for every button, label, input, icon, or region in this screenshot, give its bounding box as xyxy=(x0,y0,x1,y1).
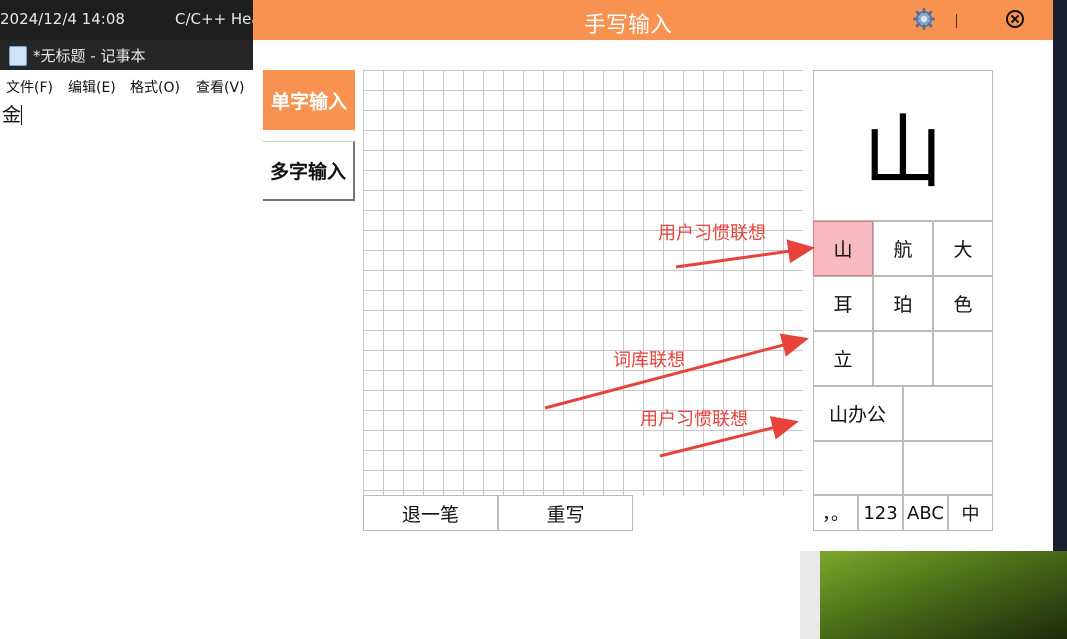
notepad-content: 金 xyxy=(2,104,22,126)
candidate-cell[interactable]: 耳 xyxy=(813,276,873,331)
taskbar-strip: 2024/12/4 14:08 C/C++ Hea xyxy=(0,0,261,40)
letter-key[interactable]: ABC xyxy=(903,495,948,531)
multi-char-mode-button[interactable]: 多字输入 xyxy=(263,141,355,201)
single-char-mode-button[interactable]: 单字输入 xyxy=(263,70,355,130)
notepad-title: *无标题 - 记事本 xyxy=(33,47,146,65)
annotation-user-habit-2: 用户习惯联想 xyxy=(640,409,748,430)
candidate-cell[interactable] xyxy=(933,331,993,386)
notepad-icon xyxy=(9,46,27,66)
candidate-cell[interactable]: 色 xyxy=(933,276,993,331)
ime-titlebar: 手写输入 xyxy=(253,0,1053,40)
gear-icon[interactable] xyxy=(913,8,935,30)
rewrite-button[interactable]: 重写 xyxy=(498,495,633,531)
ime-title: 手写输入 xyxy=(583,13,672,38)
candidate-cell[interactable]: 立 xyxy=(813,331,873,386)
notepad-titlebar: *无标题 - 记事本 xyxy=(0,40,253,70)
candidate-cell[interactable] xyxy=(873,331,933,386)
phrase-cell[interactable] xyxy=(903,386,993,441)
candidate-cell[interactable]: 珀 xyxy=(873,276,933,331)
candidate-cell[interactable]: 山 xyxy=(813,221,873,276)
punctuation-key[interactable]: ，。 xyxy=(813,495,858,531)
wallpaper-image xyxy=(820,551,1067,639)
recognized-char-preview: 山 xyxy=(813,70,993,221)
datetime-text: 2024/12/4 14:08 xyxy=(0,10,125,28)
phrase-cell[interactable] xyxy=(903,441,993,495)
menu-edit[interactable]: 编辑(E) xyxy=(68,77,116,97)
chinese-key[interactable]: 中 xyxy=(948,495,993,531)
editor-tab[interactable]: C/C++ Hea xyxy=(175,10,261,28)
annotation-lexicon: 词库联想 xyxy=(613,350,685,371)
close-icon[interactable] xyxy=(1005,9,1025,29)
menu-format[interactable]: 格式(O) xyxy=(130,77,180,97)
candidate-cell[interactable]: 大 xyxy=(933,221,993,276)
handwriting-input-window: 手写输入 单字输入 多字输入 退一笔 重写 山 山 航 大 耳 珀 色 立 山办… xyxy=(253,0,1053,551)
menu-file[interactable]: 文件(F) xyxy=(6,77,53,97)
phrase-cell[interactable] xyxy=(813,441,903,495)
desktop-background xyxy=(1053,0,1067,551)
title-separator xyxy=(956,14,957,28)
handwriting-canvas[interactable] xyxy=(363,70,803,496)
annotation-user-habit-1: 用户习惯联想 xyxy=(658,223,766,244)
number-key[interactable]: 123 xyxy=(858,495,903,531)
phrase-cell[interactable]: 山办公 xyxy=(813,386,903,441)
text-caret xyxy=(21,105,23,125)
undo-stroke-button[interactable]: 退一笔 xyxy=(363,495,498,531)
candidate-cell[interactable]: 航 xyxy=(873,221,933,276)
notepad-menubar: 文件(F) 编辑(E) 格式(O) 查看(V) xyxy=(0,70,253,100)
menu-view[interactable]: 查看(V) xyxy=(196,77,245,97)
notepad-text-area[interactable]: 金 xyxy=(2,100,23,127)
